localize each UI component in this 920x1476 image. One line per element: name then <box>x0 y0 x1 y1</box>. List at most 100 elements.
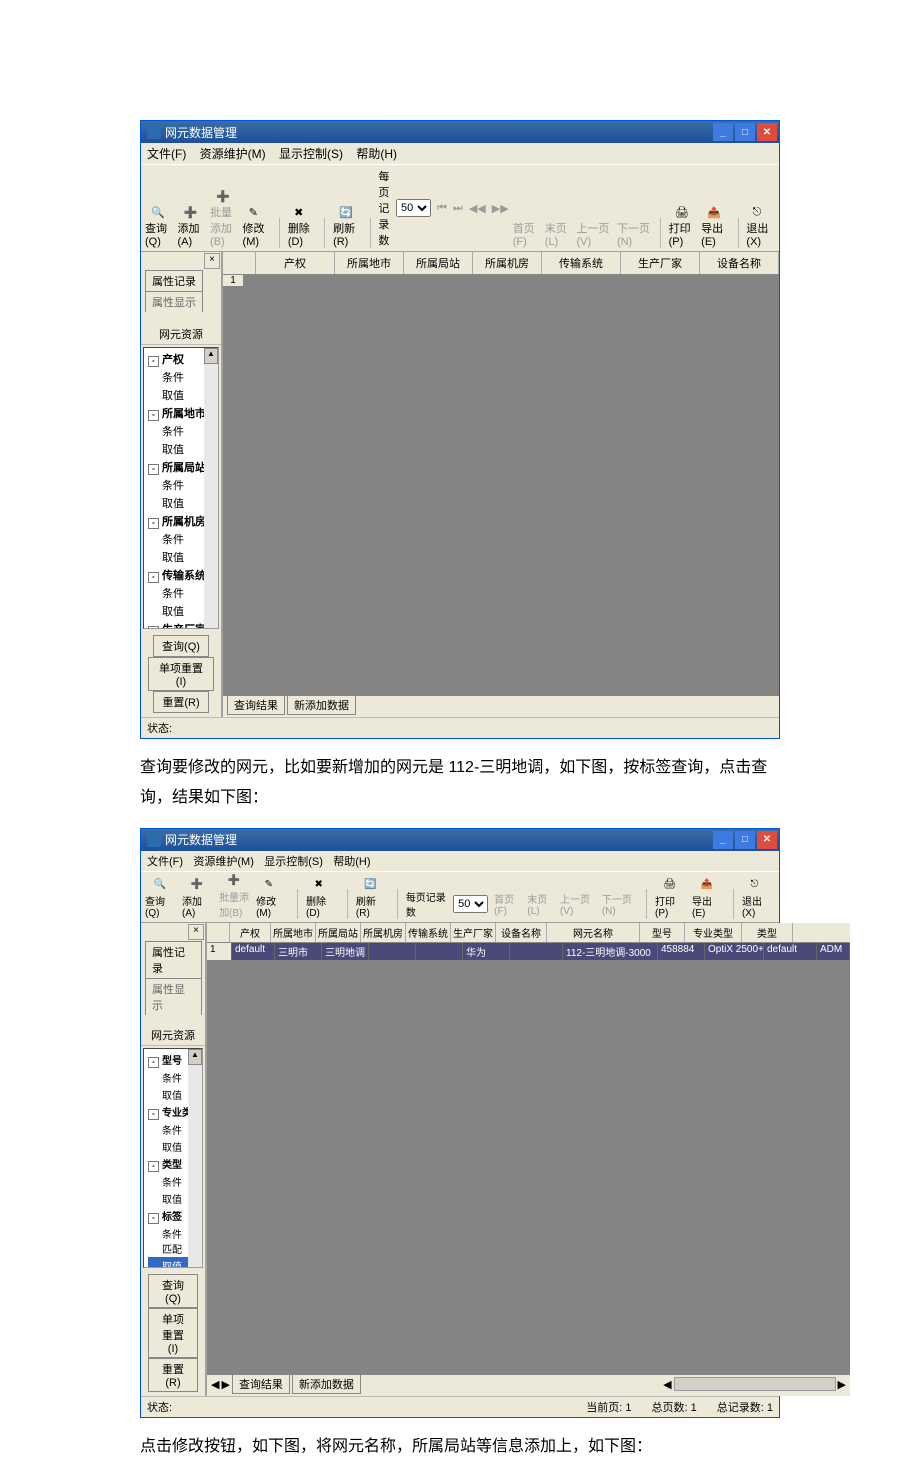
status-bar: 状态: <box>141 717 779 738</box>
table-row[interactable]: 1default三明市三明地调华为112-三明地调-3000458884Opti… <box>207 943 850 960</box>
data-grid: 产权所属地市所属局站所属机房传输系统生产厂家设备名称 1 查询结果 新添加数据 <box>223 252 779 717</box>
column-header[interactable]: 产权 <box>256 252 335 274</box>
menu-resource[interactable]: 资源维护(M) <box>193 856 254 868</box>
side-reset-button[interactable]: 重置(R) <box>148 1358 198 1392</box>
cell: 三明市 <box>275 943 322 960</box>
batch-icon: ➕ <box>228 875 244 889</box>
hscroll-right-icon[interactable]: ▶ <box>838 1378 846 1391</box>
column-header[interactable]: 产权 <box>230 923 271 942</box>
tab-attr-display[interactable]: 属性显示 <box>145 978 202 1015</box>
tool-print[interactable]: 🖨打印(P) <box>669 206 698 248</box>
column-header[interactable]: 生产厂家 <box>451 923 496 942</box>
minimize-button[interactable]: _ <box>713 123 733 141</box>
tool-query[interactable]: 🔍查询(Q) <box>145 879 178 919</box>
tool-refresh[interactable]: 🔄刷新(R) <box>356 879 389 919</box>
hscrollbar[interactable] <box>674 1377 836 1391</box>
tool-delete[interactable]: ✖删除(D) <box>288 206 317 248</box>
pager: 每页记录数 50 首页(F) 末页(L) 上一页(V) 下一页(N) <box>406 889 638 919</box>
side-reset-item-button[interactable]: 单项重置(I) <box>148 657 214 691</box>
scroll-left-icon[interactable]: ◀ <box>211 1378 219 1391</box>
cell: 458884 <box>658 943 705 960</box>
column-header[interactable]: 型号 <box>640 923 685 942</box>
column-header[interactable]: 所属机房 <box>361 923 406 942</box>
titlebar[interactable]: 网元数据管理 _ □ ✕ <box>141 829 779 851</box>
tree-title: 网元资源 <box>141 1025 205 1046</box>
page-size-select[interactable]: 50 <box>453 895 488 913</box>
column-header[interactable]: 设备名称 <box>700 252 779 274</box>
tool-exit[interactable]: ⎋退出(X) <box>746 206 775 248</box>
menu-help[interactable]: 帮助(H) <box>333 856 370 868</box>
tool-export[interactable]: 📤导出(E) <box>701 206 730 248</box>
status-bar: 状态: 当前页: 1 总页数: 1 总记录数: 1 <box>141 1396 779 1417</box>
menu-file[interactable]: 文件(F) <box>147 147 186 161</box>
tab-new-data[interactable]: 新添加数据 <box>292 1375 361 1394</box>
column-header[interactable]: 类型 <box>742 923 793 942</box>
tool-print[interactable]: 🖨打印(P) <box>655 879 688 919</box>
column-header[interactable] <box>223 252 256 274</box>
menu-resource[interactable]: 资源维护(M) <box>200 147 266 161</box>
tool-modify[interactable]: ✎修改(M) <box>256 879 289 919</box>
column-header[interactable]: 所属局站 <box>404 252 473 274</box>
panel-close-button[interactable]: × <box>204 253 220 269</box>
maximize-button[interactable]: □ <box>735 123 755 141</box>
tab-query-result[interactable]: 查询结果 <box>227 696 285 715</box>
tool-exit[interactable]: ⎋退出(X) <box>742 879 775 919</box>
column-header[interactable]: 所属地市 <box>271 923 316 942</box>
side-query-button[interactable]: 查询(Q) <box>153 635 209 657</box>
tree-scrollbar[interactable]: ▲ <box>188 1049 202 1267</box>
tab-query-result[interactable]: 查询结果 <box>232 1375 290 1394</box>
nav-last: 末页(L) <box>545 220 571 248</box>
tab-new-data[interactable]: 新添加数据 <box>287 696 356 715</box>
column-header[interactable]: 所属地市 <box>335 252 404 274</box>
column-header[interactable]: 专业类型 <box>685 923 742 942</box>
status-total-pages: 总页数: 1 <box>652 1399 697 1415</box>
tool-modify[interactable]: ✎修改(M) <box>243 206 272 248</box>
side-reset-item-button[interactable]: 单项重置(I) <box>148 1308 198 1358</box>
exit-icon: ⎋ <box>753 206 769 220</box>
column-header[interactable]: 传输系统 <box>406 923 451 942</box>
cell: default <box>232 943 275 960</box>
page-size-select[interactable]: 50 <box>396 199 431 217</box>
tree-scrollbar[interactable]: ▲ <box>204 348 218 628</box>
row-number: 1 <box>223 275 244 286</box>
menu-help[interactable]: 帮助(H) <box>356 147 397 161</box>
column-header[interactable]: 所属机房 <box>473 252 542 274</box>
tab-attr-record[interactable]: 属性记录 <box>145 941 202 978</box>
column-header[interactable] <box>207 923 230 942</box>
side-panel: × 属性记录 属性显示 网元资源 ▲ -型号条件取值-专业类型条件取值-类型条件… <box>141 923 207 1396</box>
maximize-button[interactable]: □ <box>735 831 755 849</box>
delete-icon: ✖ <box>315 879 331 893</box>
column-header[interactable]: 所属局站 <box>316 923 361 942</box>
tool-query[interactable]: 🔍查询(Q) <box>145 206 174 248</box>
column-header[interactable]: 传输系统 <box>542 252 621 274</box>
titlebar[interactable]: 网元数据管理 _ □ ✕ <box>141 121 779 143</box>
column-header[interactable]: 网元名称 <box>547 923 640 942</box>
window-title: 网元数据管理 <box>165 124 237 141</box>
minimize-button[interactable]: _ <box>713 831 733 849</box>
close-button[interactable]: ✕ <box>757 831 777 849</box>
scroll-right-icon[interactable]: ▶ <box>221 1378 229 1391</box>
tab-attr-record[interactable]: 属性记录 <box>145 270 203 291</box>
menu-file[interactable]: 文件(F) <box>147 856 183 868</box>
menu-display[interactable]: 显示控制(S) <box>264 856 323 868</box>
tool-add[interactable]: ➕添加(A) <box>178 206 207 248</box>
grid-header: 产权所属地市所属局站所属机房传输系统生产厂家设备名称 <box>223 252 779 275</box>
menu-display[interactable]: 显示控制(S) <box>279 147 343 161</box>
tab-attr-display[interactable]: 属性显示 <box>145 291 203 312</box>
close-button[interactable]: ✕ <box>757 123 777 141</box>
side-query-button[interactable]: 查询(Q) <box>148 1274 198 1308</box>
tool-add[interactable]: ➕添加(A) <box>182 879 215 919</box>
tool-delete[interactable]: ✖删除(D) <box>306 879 339 919</box>
hscroll-left-icon[interactable]: ◀ <box>663 1378 671 1391</box>
column-header[interactable]: 生产厂家 <box>621 252 700 274</box>
row-number: 1 <box>207 943 232 960</box>
tool-batch-add: ➕批量添加(B) <box>210 190 239 248</box>
add-icon: ➕ <box>184 206 200 220</box>
tool-export[interactable]: 📤导出(E) <box>692 879 725 919</box>
cell: default <box>764 943 817 960</box>
toolbar: 🔍查询(Q) ➕添加(A) ➕批量添加(B) ✎修改(M) ✖删除(D) 🔄刷新… <box>141 871 779 923</box>
side-reset-button[interactable]: 重置(R) <box>153 691 208 713</box>
tool-refresh[interactable]: 🔄刷新(R) <box>333 206 362 248</box>
column-header[interactable]: 设备名称 <box>496 923 547 942</box>
panel-close-button[interactable]: × <box>188 924 204 940</box>
